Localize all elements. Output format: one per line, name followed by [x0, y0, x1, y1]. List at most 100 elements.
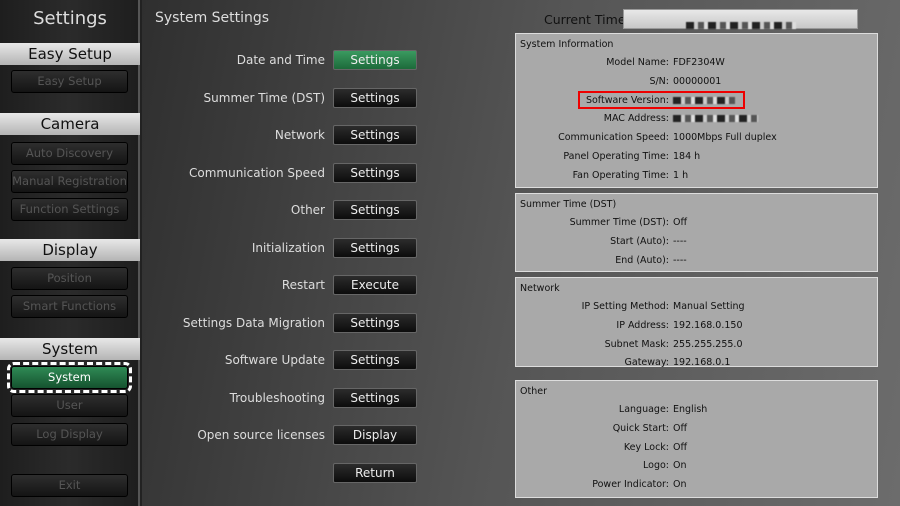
section-header-easy-setup: Easy Setup: [0, 43, 140, 65]
info-row: Model Name: FDF2304W: [516, 54, 879, 72]
info-value: Manual Setting: [673, 301, 745, 312]
info-label: IP Setting Method:: [581, 301, 669, 312]
info-value: 00000001: [673, 75, 722, 87]
sidebar-item-auto-discovery[interactable]: Auto Discovery: [11, 142, 128, 165]
info-label: Gateway:: [624, 357, 669, 369]
info-value: [673, 95, 735, 106]
redacted-value: [673, 96, 735, 104]
info-value: 192.168.0.1: [673, 357, 731, 369]
sidebar-title: Settings: [33, 8, 107, 29]
info-value: English: [673, 404, 708, 415]
info-row: Subnet Mask: 255.255.255.0: [516, 336, 879, 354]
info-label: Software Version:: [585, 94, 669, 106]
info-label: Start (Auto):: [610, 235, 669, 247]
date-and-time-button[interactable]: Settings: [333, 50, 417, 70]
info-label: Quick Start:: [612, 422, 669, 434]
info-label: Communication Speed:: [558, 132, 669, 144]
row-label: Software Update: [224, 353, 325, 367]
info-label: Summer Time (DST):: [569, 217, 669, 228]
info-row: S/N: 00000001: [516, 73, 879, 91]
info-row: Software Version:: [516, 90, 879, 110]
return-button[interactable]: Return: [333, 462, 417, 483]
info-row: Power Indicator: On: [516, 476, 879, 494]
sidebar-item-function-settings[interactable]: Function Settings: [11, 198, 128, 221]
panel-summer-time-dst-: Summer Time (DST) Summer Time (DST): Off St…: [515, 193, 878, 272]
sidebar-item-system[interactable]: System: [7, 362, 132, 393]
info-label: Logo:: [643, 460, 669, 472]
settings-row: Network Settings: [142, 125, 422, 147]
info-row: Summer Time (DST): Off: [516, 214, 879, 232]
sidebar-item-log-display[interactable]: Log Display: [11, 423, 128, 446]
restart-button[interactable]: Execute: [333, 275, 417, 295]
row-label: Summer Time (DST): [203, 90, 325, 105]
info-row: Language: English: [516, 401, 879, 419]
panel-title: Summer Time (DST): [520, 199, 617, 210]
initialization-button[interactable]: Settings: [333, 237, 417, 258]
settings-row: Summer Time (DST) Settings: [142, 87, 422, 110]
open-source-licenses-button[interactable]: Display: [333, 425, 417, 445]
network-button[interactable]: Settings: [333, 125, 417, 145]
info-value: ----: [673, 235, 687, 247]
settings-row: Other Settings: [142, 200, 422, 222]
other-button[interactable]: Settings: [333, 200, 417, 220]
info-row: Gateway: 192.168.0.1: [516, 354, 879, 372]
communication-speed-button[interactable]: Settings: [333, 162, 417, 183]
settings-data-migration-button[interactable]: Settings: [333, 312, 417, 333]
info-value: Off: [673, 441, 688, 453]
row-label: Settings Data Migration: [182, 315, 325, 330]
main-panel: System Settings Current Time Date and Ti…: [142, 0, 900, 506]
settings-row: Communication Speed Settings: [142, 162, 422, 185]
info-row: Quick Start: Off: [516, 420, 879, 438]
info-label: End (Auto):: [615, 254, 669, 266]
panel-network: Network IP Setting Method: Manual Setting I…: [515, 277, 879, 368]
info-label: Fan Operating Time:: [572, 169, 669, 181]
settings-row: Settings Data Migration Settings: [142, 312, 422, 335]
panel-system-information: System Information Model Name: FDF2304W S/N…: [515, 33, 878, 188]
info-value: FDF2304W: [673, 57, 725, 68]
sidebar-item-easy-setup[interactable]: Easy Setup: [11, 70, 128, 93]
sidebar: Settings Easy Setup Easy Setup Camera Auto …: [0, 0, 140, 506]
info-value: 1000Mbps Full duplex: [673, 132, 777, 144]
current-time-value: [623, 9, 858, 29]
sidebar-item-manual-registration[interactable]: Manual Registration: [11, 170, 128, 193]
info-row: Fan Operating Time: 1 h: [516, 167, 879, 185]
info-value: 184 h: [673, 151, 701, 162]
info-row: MAC Address:: [516, 110, 879, 128]
exit-button[interactable]: Exit: [11, 474, 128, 497]
section-header-camera: Camera: [0, 113, 140, 135]
software-update-button[interactable]: Settings: [333, 350, 417, 370]
info-label: Model Name:: [606, 57, 669, 68]
section-header-display: Display: [0, 239, 140, 261]
panel-title: System Information: [520, 39, 614, 50]
panel-title: Network: [520, 283, 560, 294]
info-value: [673, 113, 758, 124]
row-label: Date and Time: [236, 53, 325, 67]
info-row: IP Address: 192.168.0.150: [516, 317, 879, 335]
row-label: Restart: [281, 278, 325, 292]
info-label: Power Indicator:: [592, 479, 669, 491]
section-header-system: System: [0, 338, 140, 360]
page-title: System Settings: [155, 10, 270, 26]
settings-row: Software Update Settings: [142, 350, 422, 372]
sidebar-item-position[interactable]: Position: [11, 267, 128, 290]
row-label: Network: [274, 128, 325, 142]
current-time-label: Current Time: [544, 12, 626, 27]
info-value: Off: [673, 217, 688, 228]
info-row: Logo: On: [516, 457, 879, 475]
info-value: 192.168.0.150: [673, 319, 743, 331]
summer-time-dst--button[interactable]: Settings: [333, 87, 417, 108]
row-label: Other: [290, 203, 325, 217]
panel-title: Other: [520, 386, 547, 397]
info-label: MAC Address:: [603, 113, 669, 125]
settings-row: Troubleshooting Settings: [142, 387, 422, 410]
sidebar-item-user[interactable]: User: [11, 394, 128, 417]
sidebar-item-smart-functions[interactable]: Smart Functions: [11, 295, 128, 318]
info-value: On: [673, 460, 687, 472]
info-label: Key Lock:: [623, 441, 669, 453]
info-label: Language:: [618, 404, 669, 415]
troubleshooting-button[interactable]: Settings: [333, 387, 417, 408]
info-value: 255.255.255.0: [673, 338, 743, 350]
settings-row: Restart Execute: [142, 275, 422, 297]
settings-row: Date and Time Settings: [142, 50, 422, 72]
row-label: Initialization: [251, 240, 325, 255]
